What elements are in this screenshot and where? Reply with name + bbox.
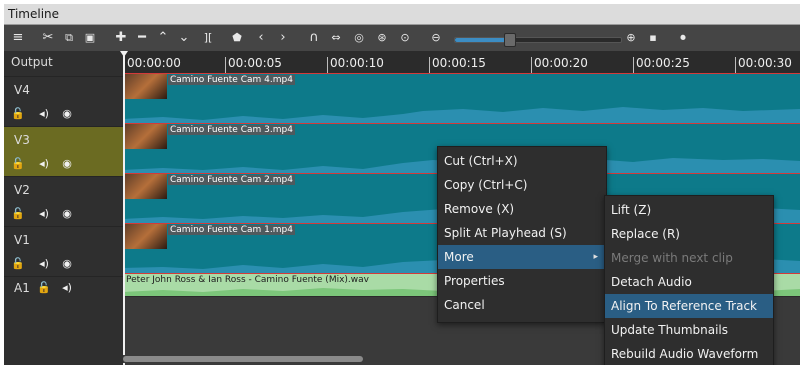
track-header-a1[interactable]: A1 🔓 ◂): [4, 276, 123, 301]
prev-marker-icon[interactable]: ‹: [251, 27, 271, 49]
ruler-label: 00:00:30: [738, 56, 792, 70]
video-clip[interactable]: Camino Fuente Cam 4.mp4: [123, 73, 800, 123]
track-name: V2: [14, 183, 30, 197]
track-lane-v4[interactable]: Camino Fuente Cam 4.mp4: [123, 73, 800, 123]
ruler-label: 00:00:20: [534, 56, 588, 70]
zoom-slider[interactable]: [454, 37, 622, 43]
scrub-icon[interactable]: ⇔: [326, 27, 346, 49]
ruler-tick: [429, 57, 430, 73]
paste-icon[interactable]: ▣: [80, 27, 100, 49]
next-marker-icon[interactable]: ›: [273, 27, 293, 49]
submenu-arrow-icon: ▸: [593, 252, 598, 262]
ruler-label: 00:00:15: [432, 56, 486, 70]
track-name: V4: [14, 83, 30, 97]
clip-thumbnail: [123, 174, 167, 199]
track-header-v4[interactable]: V4 🔓 ◂) ◉: [4, 76, 123, 127]
lock-icon[interactable]: 🔓: [11, 207, 25, 221]
eye-icon[interactable]: ◉: [60, 207, 74, 221]
record-audio-icon[interactable]: ⏺: [673, 27, 693, 49]
mute-icon[interactable]: ◂): [37, 157, 51, 171]
eye-icon[interactable]: ◉: [60, 257, 74, 271]
lift-icon[interactable]: ⌃: [153, 27, 173, 49]
track-header-v3[interactable]: V3 🔓 ◂) ◉: [4, 126, 123, 177]
clip-thumbnail: [123, 224, 167, 249]
ripple-icon[interactable]: ◎: [349, 27, 369, 49]
ruler-tick: [633, 57, 634, 73]
lock-icon[interactable]: 🔓: [11, 107, 25, 121]
ruler-tick: [735, 57, 736, 73]
ruler-label: 00:00:05: [228, 56, 282, 70]
menu-item-merge: Merge with next clip: [611, 251, 733, 265]
menu-item-rebuild-waveform[interactable]: Rebuild Audio Waveform: [605, 342, 773, 365]
cut-icon[interactable]: ✂: [38, 27, 58, 49]
menu-item-update-thumbnails[interactable]: Update Thumbnails: [605, 318, 773, 342]
track-header-v1[interactable]: V1 🔓 ◂) ◉: [4, 226, 123, 277]
zoom-fit-icon[interactable]: ▪: [643, 27, 663, 49]
clip-label: Camino Fuente Cam 4.mp4: [168, 75, 295, 85]
track-name: V3: [14, 133, 30, 147]
menu-item-detach-audio[interactable]: Detach Audio: [605, 270, 773, 294]
split-icon[interactable]: ][: [198, 27, 218, 49]
playhead[interactable]: [120, 51, 128, 365]
mute-icon[interactable]: ◂): [60, 281, 74, 295]
copy-icon[interactable]: ⧉: [59, 27, 79, 49]
timeline-toolbar: ≡ ✂ ⧉ ▣ ✚ ━ ⌃ ⌄ ][ ⬟ ‹ › ∩ ⇔ ◎ ⊛ ⊙ ⊖ ⊕ ▪…: [4, 25, 800, 51]
scrollbar-thumb[interactable]: [123, 356, 363, 362]
mute-icon[interactable]: ◂): [37, 257, 51, 271]
ruler-tick: [531, 57, 532, 73]
menu-item-cut[interactable]: Cut (Ctrl+X): [438, 149, 606, 173]
menu-item-remove[interactable]: Remove (X): [438, 197, 606, 221]
zoom-in-icon[interactable]: ⊕: [621, 27, 641, 49]
ruler-label: 00:00:25: [636, 56, 690, 70]
track-headers: Output V4 🔓 ◂) ◉ V3 🔓 ◂) ◉ V2 🔓 ◂) ◉ V1 …: [4, 51, 123, 365]
ruler-tick: [327, 57, 328, 73]
clip-thumbnail: [123, 124, 167, 149]
clip-thumbnail: [123, 74, 167, 99]
track-name: A1: [14, 281, 30, 295]
lock-icon[interactable]: 🔓: [11, 157, 25, 171]
marker-icon[interactable]: ⬟: [227, 27, 247, 49]
remove-icon[interactable]: ━: [132, 27, 152, 49]
timeline-window: Timeline ≡ ✂ ⧉ ▣ ✚ ━ ⌃ ⌄ ][ ⬟ ‹ › ∩ ⇔ ◎ …: [4, 4, 800, 365]
ripple-markers-icon[interactable]: ⊙: [395, 27, 415, 49]
menu-item-align-reference[interactable]: Align To Reference Track: [605, 294, 773, 318]
mute-icon[interactable]: ◂): [37, 107, 51, 121]
window-title: Timeline: [8, 7, 60, 21]
submenu-more: Lift (Z) Replace (R) Merge with next cli…: [604, 195, 774, 365]
zoom-slider-handle[interactable]: [504, 33, 516, 47]
zoom-out-icon[interactable]: ⊖: [426, 27, 446, 49]
menu-item-copy[interactable]: Copy (Ctrl+C): [438, 173, 606, 197]
eye-icon[interactable]: ◉: [60, 107, 74, 121]
append-icon[interactable]: ✚: [111, 27, 131, 49]
menu-item-cancel[interactable]: Cancel: [438, 293, 606, 317]
playhead-handle[interactable]: [120, 51, 128, 57]
window-titlebar: Timeline: [4, 4, 800, 25]
lock-icon[interactable]: 🔓: [37, 281, 51, 295]
ruler-label: 00:00:10: [330, 56, 384, 70]
context-menu: Cut (Ctrl+X) Copy (Ctrl+C) Remove (X) Sp…: [437, 146, 607, 323]
clip-label: Camino Fuente Cam 1.mp4: [168, 225, 295, 235]
audio-waveform: [123, 107, 800, 123]
ruler-tick: [225, 57, 226, 73]
menu-item-replace[interactable]: Replace (R): [605, 222, 773, 246]
menu-item-label: More: [444, 250, 474, 264]
track-name: V1: [14, 233, 30, 247]
clip-label: Camino Fuente Cam 3.mp4: [168, 125, 295, 135]
menu-icon[interactable]: ≡: [8, 27, 28, 49]
menu-item-lift[interactable]: Lift (Z): [605, 198, 773, 222]
track-header-v2[interactable]: V2 🔓 ◂) ◉: [4, 176, 123, 227]
ripple-all-icon[interactable]: ⊛: [372, 27, 392, 49]
menu-item-more[interactable]: More ▸: [438, 245, 606, 269]
overwrite-icon[interactable]: ⌄: [174, 27, 194, 49]
output-label: Output: [11, 55, 53, 69]
mute-icon[interactable]: ◂): [37, 207, 51, 221]
menu-item-split[interactable]: Split At Playhead (S): [438, 221, 606, 245]
eye-icon[interactable]: ◉: [60, 157, 74, 171]
time-ruler[interactable]: 00:00:00 00:00:05 00:00:10 00:00:15 00:0…: [123, 51, 800, 74]
lock-icon[interactable]: 🔓: [11, 257, 25, 271]
menu-item-properties[interactable]: Properties: [438, 269, 606, 293]
snap-icon[interactable]: ∩: [304, 27, 324, 49]
clip-label: Camino Fuente Cam 2.mp4: [168, 175, 295, 185]
ruler-label: 00:00:00: [127, 56, 181, 70]
